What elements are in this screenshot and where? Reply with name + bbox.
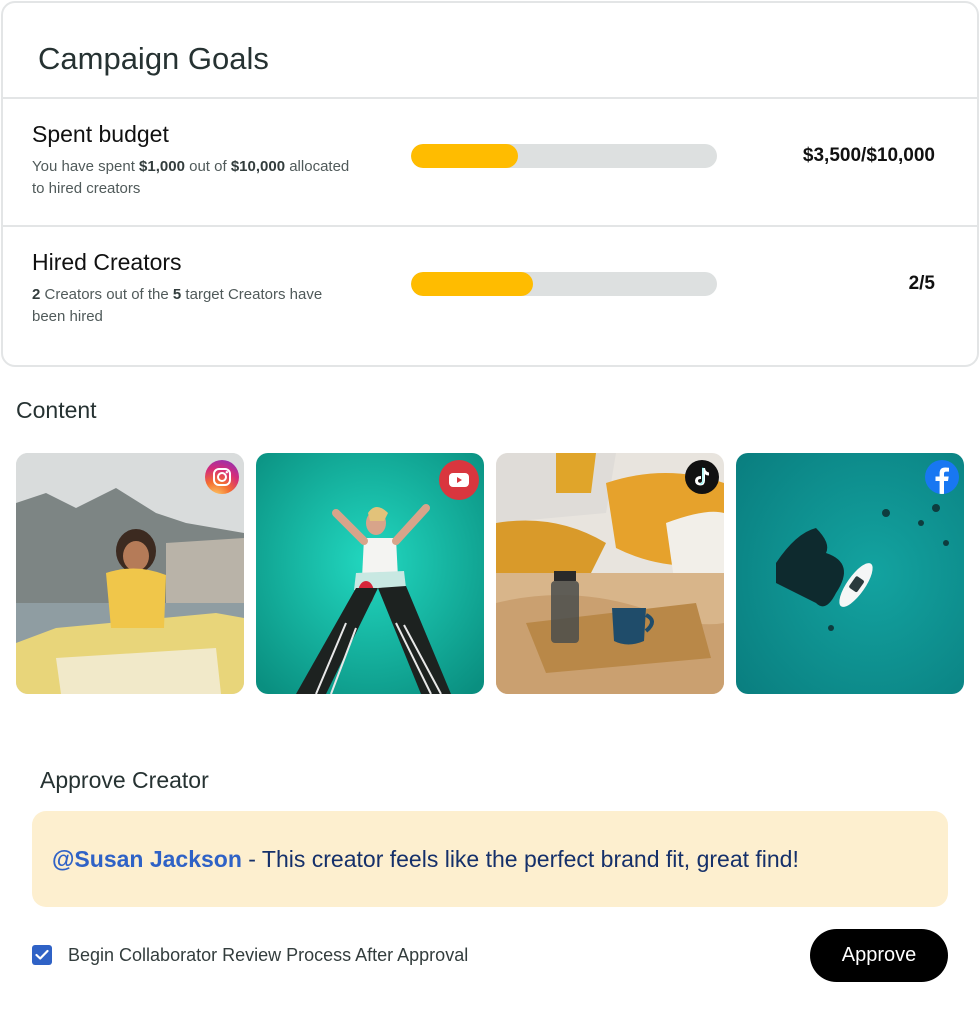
campaign-goals-title: Campaign Goals (38, 41, 269, 76)
approve-button[interactable]: Approve (810, 929, 948, 982)
budget-value: $3,500/$10,000 (802, 145, 935, 166)
content-tile-tiktok[interactable] (496, 453, 724, 694)
creators-progress-fill (411, 272, 534, 296)
creators-progress-bar (411, 272, 717, 296)
facebook-icon (925, 460, 959, 494)
review-process-checkbox[interactable] (32, 945, 52, 965)
user-mention-link[interactable]: @Susan Jackson (52, 846, 242, 873)
goal-heading: Spent budget (32, 121, 169, 147)
comment-text: - This creator feels like the perfect br… (241, 845, 799, 872)
budget-progress-bar (411, 144, 717, 168)
check-icon (35, 949, 49, 960)
goal-description: 2 Creators out of the 5 target Creators … (32, 286, 323, 325)
goal-row-creators: Hired Creators 2 Creators out of the 5 t… (3, 227, 977, 353)
instagram-icon (205, 460, 239, 494)
goal-row-budget: Spent budget You have spent $1,000 out o… (3, 99, 977, 225)
content-tile-instagram[interactable] (16, 453, 244, 694)
content-tile-youtube[interactable] (256, 453, 484, 694)
campaign-goals-card: Campaign Goals Spent budget You have spe… (1, 1, 979, 367)
tiktok-icon (685, 460, 719, 494)
review-process-label[interactable]: Begin Collaborator Review Process After … (68, 945, 468, 966)
content-title: Content (16, 397, 97, 423)
approve-creator-title: Approve Creator (40, 767, 209, 793)
content-tile-facebook[interactable] (736, 453, 964, 694)
goal-description: You have spent $1,000 out of $10,000 all… (32, 158, 350, 197)
goal-heading: Hired Creators (32, 249, 182, 275)
creator-comment: @Susan Jackson - This creator feels like… (32, 811, 948, 907)
budget-progress-fill (411, 144, 519, 168)
creators-value: 2/5 (908, 273, 935, 294)
youtube-icon (439, 460, 479, 500)
